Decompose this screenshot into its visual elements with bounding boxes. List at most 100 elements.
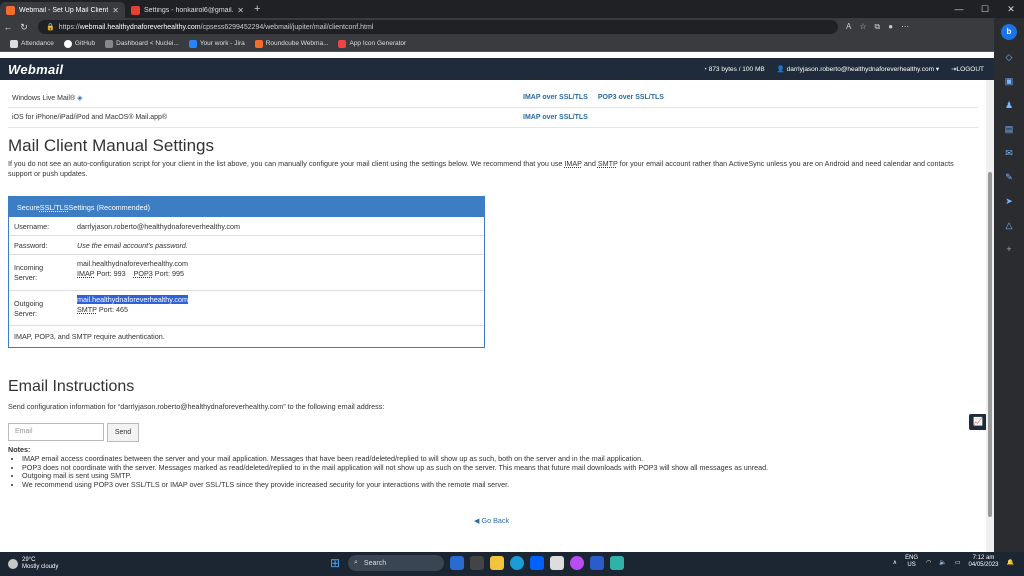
url-host: webmail.healthydnaforeverhealthy.com xyxy=(79,23,201,31)
edge-icon[interactable] xyxy=(510,556,524,570)
bookmark-app-icon-generator[interactable]: App Icon Generator xyxy=(338,39,406,48)
games-icon[interactable]: ♟ xyxy=(1002,98,1016,112)
tab-title: Settings - honkairol6@gmail.co xyxy=(144,6,234,14)
password-row: Password: Use the email account's passwo… xyxy=(9,236,484,255)
auth-note: IMAP, POP3, and SMTP require authenticat… xyxy=(14,331,165,341)
manual-settings-title: Mail Client Manual Settings xyxy=(8,136,214,155)
notification-icon[interactable]: 🔔 xyxy=(1007,559,1014,566)
collections-icon[interactable]: ⧉ xyxy=(875,22,881,32)
main-content: Windows Live Mail® ◈ IMAP over SSL/TLS P… xyxy=(0,80,986,552)
chart-icon[interactable]: 📈 xyxy=(969,414,986,430)
bookmark-github[interactable]: GitHub xyxy=(63,39,95,48)
password-value: Use the email account's password. xyxy=(77,240,188,250)
email-instructions-title: Email Instructions xyxy=(8,378,135,395)
github-icon xyxy=(63,39,72,48)
read-aloud-icon[interactable]: A xyxy=(846,22,851,32)
manual-settings-intro: If you do not see an auto-configuration … xyxy=(8,159,954,178)
scrollbar-thumb[interactable] xyxy=(988,172,992,517)
outlook-icon[interactable]: ✉ xyxy=(1002,146,1016,160)
favorite-star-icon[interactable]: ☆ xyxy=(859,22,866,32)
weather-widget[interactable]: 29°C Mostly cloudy xyxy=(8,557,58,571)
search-icon: ⌕ xyxy=(354,559,358,566)
page-scrollbar[interactable] xyxy=(986,80,994,552)
close-tab-icon[interactable]: ✕ xyxy=(237,6,244,15)
chevron-up-icon[interactable]: ∧ xyxy=(893,559,897,566)
cpanel-favicon-icon xyxy=(6,5,15,15)
battery-icon[interactable]: ▭ xyxy=(955,559,961,566)
outgoing-server-value[interactable]: mail.healthydnaforeverhealthy.com xyxy=(77,295,188,304)
notes: Notes: IMAP email access coordinates bet… xyxy=(8,445,968,490)
webmail-header: Webmail ◔ 873 bytes / 100 MB 👤 darrlyjas… xyxy=(0,58,994,80)
windows-start-icon[interactable]: ⊞ xyxy=(328,556,342,570)
tag-icon[interactable]: ◇ xyxy=(1002,50,1016,64)
page-icon xyxy=(10,39,18,48)
user-menu[interactable]: 👤 darrlyjason.roberto@healthydnaforeverh… xyxy=(777,65,939,73)
go-back-link[interactable]: ◀ Go Back xyxy=(474,516,509,525)
office-icon[interactable]: ▤ xyxy=(1002,122,1016,136)
word-icon[interactable] xyxy=(590,556,604,570)
bing-app-icon[interactable] xyxy=(450,556,464,570)
profile-avatar-icon[interactable]: ● xyxy=(888,22,893,32)
bookmark-attendance[interactable]: Attendance xyxy=(10,39,54,48)
clock[interactable]: 7:12 am 04/05/2023 xyxy=(968,555,998,569)
refresh-icon[interactable]: ↻ xyxy=(16,22,32,33)
lock-icon: 🔒 xyxy=(46,24,55,31)
logout-button[interactable]: ⇥LOGOUT xyxy=(951,65,984,73)
send-icon[interactable]: ➤ xyxy=(1002,194,1016,208)
pop3-ssl-link[interactable]: POP3 over SSL/TLS xyxy=(598,94,664,101)
address-bar-row: ← ↻ 🔒 https://webmail.healthydnaforeverh… xyxy=(0,18,994,36)
more-menu-icon[interactable]: ⋯ xyxy=(901,22,909,32)
new-tab-button[interactable]: + xyxy=(254,3,260,15)
dashboard-icon xyxy=(105,39,114,48)
close-window-icon[interactable]: ✕ xyxy=(998,0,1024,18)
bookmark-roundcube[interactable]: Roundcube Webma... xyxy=(254,39,328,48)
bookmark-jira[interactable]: Your work - Jira xyxy=(188,39,245,48)
file-explorer-icon[interactable] xyxy=(490,556,504,570)
close-tab-icon[interactable]: ✕ xyxy=(112,6,119,15)
client-name: iOS for iPhone/iPad/iPod and MacOS® Mail… xyxy=(12,114,168,121)
note-item: We recommend using POP3 over SSL/TLS or … xyxy=(22,480,968,490)
bookmark-dashboard[interactable]: Dashboard < Nuclei... xyxy=(105,39,179,48)
minimize-icon[interactable]: — xyxy=(946,0,972,18)
bing-chat-icon[interactable]: b xyxy=(1001,24,1017,40)
messenger-icon[interactable] xyxy=(570,556,584,570)
back-icon[interactable]: ← xyxy=(0,22,16,32)
email-input[interactable]: Email xyxy=(8,423,104,441)
wifi-icon[interactable]: ◠ xyxy=(926,559,931,566)
tab-webmail[interactable]: Webmail - Set Up Mail Client for ✕ xyxy=(0,2,125,18)
windows-taskbar: 29°C Mostly cloudy ⊞ ⌕ Search ∧ ENG US ◠ 🔈 … xyxy=(0,552,1024,576)
url-prefix: https:// xyxy=(58,23,80,31)
send-info-text: Send configuration information for “darr… xyxy=(8,402,385,411)
bell-icon[interactable]: △ xyxy=(1002,218,1016,232)
volume-icon[interactable]: 🔈 xyxy=(939,559,946,566)
url-input[interactable]: 🔒 https://webmail.healthydnaforeverhealt… xyxy=(38,20,838,34)
webmail-logo[interactable]: Webmail xyxy=(8,62,63,77)
incoming-server-value: mail.healthydnaforeverhealthy.com xyxy=(77,259,188,268)
maximize-icon[interactable]: ☐ xyxy=(972,0,998,18)
add-icon[interactable]: + xyxy=(1002,242,1016,256)
app-icon[interactable] xyxy=(550,556,564,570)
client-name: Windows Live Mail® ◈ xyxy=(12,94,83,102)
send-button[interactable]: Send xyxy=(107,423,139,442)
client-row-ios: iOS for iPhone/iPad/iPod and MacOS® Mail… xyxy=(8,108,978,128)
dropbox-icon[interactable] xyxy=(530,556,544,570)
disk-usage: ◔ 873 bytes / 100 MB xyxy=(702,65,765,73)
edge-sidebar: b ◇ ▣ ♟ ▤ ✉ ✎ ➤ △ + xyxy=(994,18,1024,552)
grid-icon xyxy=(338,39,347,48)
username-row: Username: darrlyjason.roberto@healthydna… xyxy=(9,217,484,236)
edit-icon[interactable]: ✎ xyxy=(1002,170,1016,184)
toolbox-icon[interactable]: ▣ xyxy=(1002,74,1016,88)
language-indicator[interactable]: ENG US xyxy=(905,555,918,569)
calculator-icon[interactable] xyxy=(610,556,624,570)
task-view-icon[interactable] xyxy=(470,556,484,570)
bookmarks-bar: Attendance GitHub Dashboard < Nuclei... … xyxy=(0,36,994,52)
imap-ssl-link[interactable]: IMAP over SSL/TLS xyxy=(523,114,588,121)
taskbar-search[interactable]: ⌕ Search xyxy=(348,555,444,571)
secure-settings-panel: Secure SSL/TLS Settings (Recommended) Us… xyxy=(8,196,485,348)
jira-icon xyxy=(188,39,197,48)
client-row-windows-live: Windows Live Mail® ◈ IMAP over SSL/TLS P… xyxy=(8,88,978,108)
imap-ssl-link[interactable]: IMAP over SSL/TLS xyxy=(523,94,588,101)
tab-gmail-settings[interactable]: Settings - honkairol6@gmail.co ✕ xyxy=(125,2,250,18)
windows-live-icon: ◈ xyxy=(77,94,83,102)
arrow-circle-left-icon: ◀ xyxy=(474,516,480,525)
